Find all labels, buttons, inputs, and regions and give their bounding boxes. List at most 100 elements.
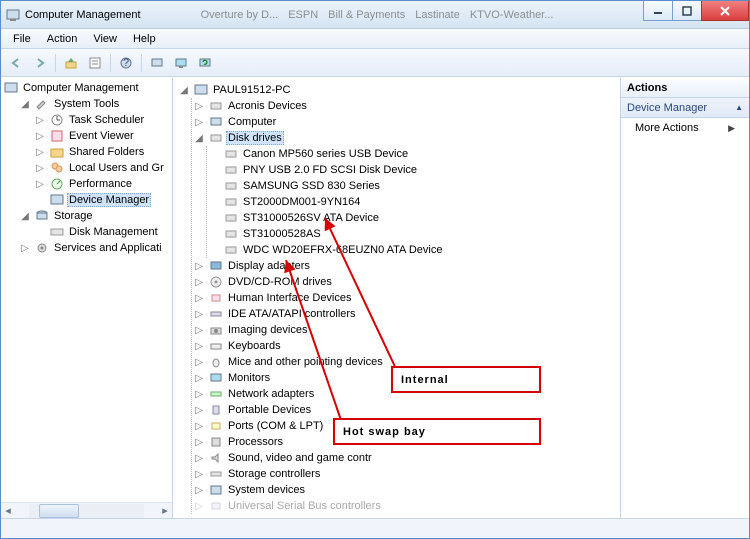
background-tabs: Overture by D...ESPNBill & PaymentsLasti…: [201, 9, 554, 21]
close-button[interactable]: [701, 1, 749, 21]
expand-icon[interactable]: ▷: [192, 325, 206, 336]
drive-item[interactable]: WDC WD20EFRX-68EUZN0 ATA Device: [207, 242, 616, 258]
expand-icon[interactable]: ▷: [192, 277, 206, 288]
expand-icon[interactable]: ▷: [192, 437, 206, 448]
expand-icon[interactable]: ▷: [192, 309, 206, 320]
wrench-icon: [34, 96, 50, 112]
expand-icon[interactable]: ▷: [192, 501, 206, 512]
collapse-icon[interactable]: ▲: [735, 103, 743, 112]
expand-icon[interactable]: ▷: [192, 389, 206, 400]
expand-icon[interactable]: ▷: [33, 131, 47, 142]
drive-label: ST31000526SV ATA Device: [241, 212, 381, 224]
tree-keyboards[interactable]: ▷Keyboards: [192, 338, 616, 354]
left-tree: Computer Management ◢ System Tools ▷Task…: [1, 78, 172, 502]
tree-hid[interactable]: ▷Human Interface Devices: [192, 290, 616, 306]
storage-ctrl-icon: [208, 466, 224, 482]
center-pane: ◢PAUL91512-PC ▷Acronis Devices ▷Computer…: [173, 78, 621, 518]
scroll-left-arrow[interactable]: ◂: [1, 504, 15, 518]
tree-task-scheduler[interactable]: ▷Task Scheduler: [33, 112, 172, 128]
expand-icon[interactable]: ▷: [192, 101, 206, 112]
tree-shared-folders[interactable]: ▷Shared Folders: [33, 144, 172, 160]
folder-icon: [49, 144, 65, 160]
tree-dvd[interactable]: ▷DVD/CD-ROM drives: [192, 274, 616, 290]
help-button[interactable]: ?: [115, 52, 137, 74]
tree-event-viewer[interactable]: ▷Event Viewer: [33, 128, 172, 144]
scroll-track[interactable]: [29, 504, 144, 518]
tree-storage[interactable]: ◢Storage: [18, 208, 172, 224]
tree-storage-ctrl[interactable]: ▷Storage controllers: [192, 466, 616, 482]
tree-display[interactable]: ▷Display adapters: [192, 258, 616, 274]
expand-icon[interactable]: ▷: [192, 453, 206, 464]
forward-button[interactable]: [29, 52, 51, 74]
tree-portable[interactable]: ▷Portable Devices: [192, 402, 616, 418]
collapse-icon[interactable]: ◢: [18, 211, 32, 222]
up-button[interactable]: [60, 52, 82, 74]
gear-icon: [34, 240, 50, 256]
drive-item[interactable]: PNY USB 2.0 FD SCSI Disk Device: [207, 162, 616, 178]
expand-icon[interactable]: ▷: [192, 405, 206, 416]
menu-help[interactable]: Help: [125, 31, 164, 47]
tree-performance[interactable]: ▷Performance: [33, 176, 172, 192]
actions-more[interactable]: More Actions▶: [621, 118, 749, 138]
maximize-button[interactable]: [672, 1, 702, 21]
drive-item[interactable]: ST31000526SV ATA Device: [207, 210, 616, 226]
expand-icon[interactable]: ▷: [18, 243, 32, 254]
h-scrollbar[interactable]: ◂ ▸: [1, 502, 172, 518]
pc-icon: [193, 82, 209, 98]
back-button[interactable]: [5, 52, 27, 74]
tree-local-users[interactable]: ▷Local Users and Gr: [33, 160, 172, 176]
collapse-icon[interactable]: ◢: [192, 133, 206, 144]
actions-group[interactable]: Device Manager▲: [621, 98, 749, 118]
scroll-right-arrow[interactable]: ▸: [158, 504, 172, 518]
tree-disk-drives[interactable]: ◢Disk drives: [192, 130, 616, 146]
drive-item[interactable]: SAMSUNG SSD 830 Series: [207, 178, 616, 194]
refresh-button[interactable]: [194, 52, 216, 74]
tree-root[interactable]: Computer Management: [3, 80, 172, 96]
expand-icon[interactable]: ▷: [192, 469, 206, 480]
expand-icon[interactable]: ▷: [33, 115, 47, 126]
tree-system-dev[interactable]: ▷System devices: [192, 482, 616, 498]
display-icon: [208, 258, 224, 274]
expand-icon[interactable]: ▷: [33, 147, 47, 158]
drive-icon: [208, 130, 224, 146]
drive-item[interactable]: Canon MP560 series USB Device: [207, 146, 616, 162]
tree-services[interactable]: ▷Services and Applicati: [18, 240, 172, 256]
drive-icon: [223, 210, 239, 226]
drive-label: Canon MP560 series USB Device: [241, 148, 410, 160]
expand-icon[interactable]: ▷: [33, 163, 47, 174]
properties-button[interactable]: [84, 52, 106, 74]
monitor-icon-button[interactable]: [170, 52, 192, 74]
expand-icon[interactable]: ▷: [192, 373, 206, 384]
device-mgr-icon: [49, 192, 65, 208]
scroll-thumb[interactable]: [39, 504, 79, 518]
menu-action[interactable]: Action: [39, 31, 86, 47]
tree-acronis[interactable]: ▷Acronis Devices: [192, 98, 616, 114]
tree-sound[interactable]: ▷Sound, video and game contr: [192, 450, 616, 466]
tree-device-manager[interactable]: Device Manager: [33, 192, 172, 208]
drive-item[interactable]: ST31000528AS: [207, 226, 616, 242]
computer-icon-button[interactable]: [146, 52, 168, 74]
tree-disk-management[interactable]: Disk Management: [33, 224, 172, 240]
tree-system-tools[interactable]: ◢ System Tools: [18, 96, 172, 112]
expand-icon[interactable]: ▷: [192, 485, 206, 496]
menu-view[interactable]: View: [85, 31, 125, 47]
tree-pc-root[interactable]: ◢PAUL91512-PC: [177, 82, 616, 98]
collapse-icon[interactable]: ◢: [177, 85, 191, 96]
tree-imaging[interactable]: ▷Imaging devices: [192, 322, 616, 338]
expand-icon[interactable]: ▷: [33, 179, 47, 190]
users-icon: [49, 160, 65, 176]
expand-icon[interactable]: ▷: [192, 293, 206, 304]
menu-file[interactable]: File: [5, 31, 39, 47]
expand-icon[interactable]: ▷: [192, 341, 206, 352]
expand-icon[interactable]: ▷: [192, 421, 206, 432]
minimize-button[interactable]: [643, 1, 673, 21]
collapse-icon[interactable]: ◢: [18, 99, 32, 110]
drive-item[interactable]: ST2000DM001-9YN164: [207, 194, 616, 210]
tree-computer-cat[interactable]: ▷Computer: [192, 114, 616, 130]
tree-usb[interactable]: ▷Universal Serial Bus controllers: [192, 498, 616, 514]
expand-icon[interactable]: ▷: [192, 117, 206, 128]
expand-icon[interactable]: ▷: [192, 261, 206, 272]
expand-icon[interactable]: ▷: [192, 357, 206, 368]
drive-icon: [223, 226, 239, 242]
tree-ide[interactable]: ▷IDE ATA/ATAPI controllers: [192, 306, 616, 322]
